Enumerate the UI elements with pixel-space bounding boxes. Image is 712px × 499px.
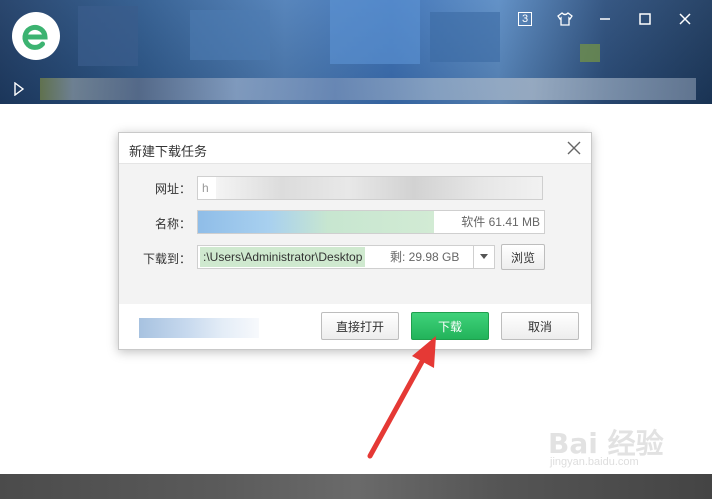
url-blur xyxy=(216,177,542,199)
blur-block xyxy=(330,0,420,64)
address-bar[interactable] xyxy=(40,78,696,100)
dialog-close-icon[interactable] xyxy=(567,141,581,155)
saveto-dropdown-icon[interactable] xyxy=(473,246,494,268)
dialog-title: 新建下载任务 xyxy=(129,144,208,159)
status-bar xyxy=(0,474,712,499)
sidebar-toggle-icon[interactable] xyxy=(12,81,26,97)
footer-blur xyxy=(139,318,259,338)
new-download-dialog: 新建下载任务 网址： h 名称： 软件 61.41 MB 下载到： :\User… xyxy=(118,132,592,350)
name-selection xyxy=(198,211,434,233)
dialog-footer: 直接打开 下载 取消 xyxy=(119,304,591,349)
browser-logo-icon[interactable] xyxy=(12,12,60,60)
file-size: 软件 61.41 MB xyxy=(461,215,540,229)
free-space: 剩: 29.98 GB xyxy=(390,250,460,264)
url-value: h xyxy=(202,181,209,195)
blur-block xyxy=(190,10,270,60)
blur-block xyxy=(78,6,138,66)
name-field[interactable]: 软件 61.41 MB xyxy=(197,210,545,234)
dialog-body: 网址： h 名称： 软件 61.41 MB 下载到： :\Users\Admin… xyxy=(119,164,591,304)
skin-shirt-icon[interactable] xyxy=(552,8,578,30)
red-arrow-icon xyxy=(367,336,436,459)
tab-count-badge: 3 xyxy=(517,12,533,26)
saveto-field[interactable]: :\Users\Administrator\Desktop 剩: 29.98 G… xyxy=(197,245,495,269)
cancel-button[interactable]: 取消 xyxy=(501,312,579,340)
tab-count-button[interactable]: 3 xyxy=(512,8,538,30)
browse-button[interactable]: 浏览 xyxy=(501,244,545,270)
url-field[interactable]: h xyxy=(197,176,543,200)
close-icon[interactable] xyxy=(672,8,698,30)
browser-header: 3 xyxy=(0,0,712,104)
saveto-path: :\Users\Administrator\Desktop xyxy=(200,247,366,267)
blur-block xyxy=(430,12,500,62)
minimize-icon[interactable] xyxy=(592,8,618,30)
window-controls: 3 xyxy=(512,8,712,30)
saveto-label: 下载到： xyxy=(142,252,191,266)
baidu-watermark: Bai 经验 jingyan.baidu.com xyxy=(548,416,708,472)
e-logo-icon xyxy=(18,18,54,54)
blur-block xyxy=(580,44,600,62)
maximize-icon[interactable] xyxy=(632,8,658,30)
watermark-url: jingyan.baidu.com xyxy=(550,456,639,468)
url-label: 网址： xyxy=(154,182,191,196)
name-label: 名称： xyxy=(154,217,191,231)
address-row xyxy=(0,76,712,102)
